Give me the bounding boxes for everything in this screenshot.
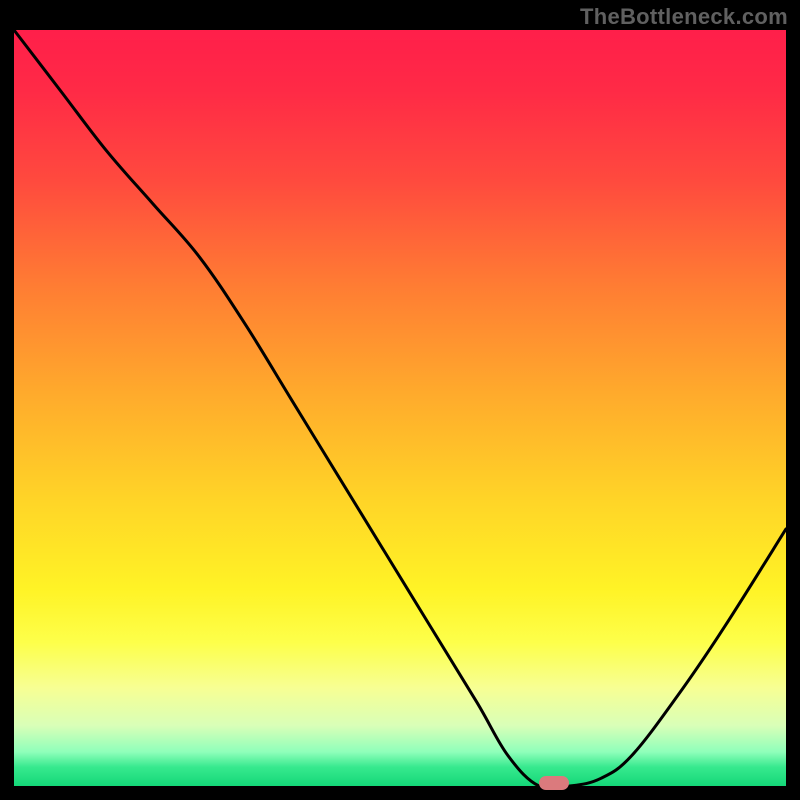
optimal-point-marker	[539, 776, 569, 790]
bottleneck-curve	[14, 30, 786, 786]
plot-area	[14, 30, 786, 786]
chart-frame: TheBottleneck.com	[0, 0, 800, 800]
watermark-text: TheBottleneck.com	[580, 4, 788, 30]
